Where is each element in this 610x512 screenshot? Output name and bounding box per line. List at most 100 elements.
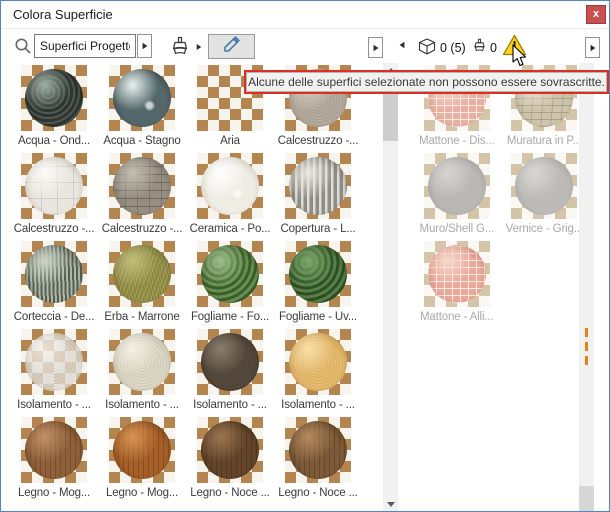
dialog-title: Colora Superficie: [13, 7, 113, 22]
material-swatch[interactable]: Erba - Marrone: [98, 241, 186, 329]
material-sphere-icon: [289, 245, 347, 303]
paintbrush-icon[interactable]: [168, 35, 192, 64]
material-swatch[interactable]: Fogliame - Uv...: [274, 241, 362, 329]
material-swatch[interactable]: Isolamento - ...: [274, 329, 362, 417]
material-thumbnail: [109, 65, 175, 131]
material-swatch[interactable]: Vernice - Grig...: [501, 153, 589, 241]
material-swatch[interactable]: Ceramica - Po...: [186, 153, 274, 241]
material-swatch[interactable]: Acqua - Stagno: [98, 65, 186, 153]
material-sphere-icon: [428, 157, 486, 215]
material-thumbnail: [424, 241, 490, 307]
material-thumbnail: [197, 241, 263, 307]
material-sphere-icon: [113, 157, 171, 215]
brush-dropdown-icon[interactable]: [197, 44, 202, 50]
material-thumbnail: [109, 329, 175, 395]
material-label: Ceramica - Po...: [190, 223, 271, 235]
material-label: Legno - Noce ...: [278, 487, 357, 499]
eyedropper-button[interactable]: [208, 34, 255, 59]
material-label: Erba - Marrone: [104, 311, 179, 323]
material-sphere-icon: [515, 157, 573, 215]
material-thumbnail: [109, 241, 175, 307]
project-surfaces-grid: Acqua - Ond...Acqua - StagnoAriaCalcestr…: [10, 65, 362, 505]
material-swatch[interactable]: Corteccia - De...: [10, 241, 98, 329]
material-sphere-icon: [113, 333, 171, 391]
cube-icon: [418, 38, 436, 60]
material-label: Calcestruzzo -...: [14, 223, 95, 235]
left-panel-expand-button[interactable]: [368, 37, 383, 58]
warning-tooltip-text: Alcune delle superfici selezionate non p…: [248, 75, 605, 89]
material-thumbnail: [285, 241, 351, 307]
warning-tooltip: Alcune delle superfici selezionate non p…: [244, 70, 609, 94]
material-swatch[interactable]: Copertura - L...: [274, 153, 362, 241]
selection-surfaces-grid: Mattone - Dis...Muratura in P...Muro/She…: [413, 65, 588, 329]
scroll-down-button[interactable]: [383, 497, 398, 511]
resize-corner[interactable]: [579, 486, 594, 511]
material-label: Muro/Shell G...: [420, 223, 494, 235]
material-label: Isolamento - ...: [281, 399, 355, 411]
material-label: Calcestruzzo -...: [102, 223, 183, 235]
material-thumbnail: [197, 329, 263, 395]
material-swatch[interactable]: Muro/Shell G...: [413, 153, 501, 241]
material-thumbnail: [21, 241, 87, 307]
collapse-panel-icon[interactable]: [400, 42, 405, 48]
material-swatch[interactable]: Acqua - Ond...: [10, 65, 98, 153]
material-thumbnail: [511, 153, 577, 219]
material-swatch[interactable]: Legno - Noce ...: [186, 417, 274, 505]
scrollbar-thumb[interactable]: [383, 86, 398, 141]
material-swatch[interactable]: Calcestruzzo -...: [10, 153, 98, 241]
surface-filter-input[interactable]: [34, 34, 136, 58]
material-thumbnail: [21, 65, 87, 131]
material-swatch[interactable]: Isolamento - ...: [186, 329, 274, 417]
close-button[interactable]: x: [586, 5, 606, 24]
material-sphere-icon: [25, 157, 83, 215]
material-sphere-icon: [201, 245, 259, 303]
left-panel-scrollbar[interactable]: [383, 63, 398, 511]
painted-count: 0: [490, 41, 497, 55]
material-thumbnail: [424, 153, 490, 219]
filter-dropdown-button[interactable]: [137, 34, 152, 58]
material-sphere-icon: [428, 245, 486, 303]
material-thumbnail: [285, 153, 351, 219]
material-sphere-icon: [113, 245, 171, 303]
material-thumbnail: [197, 417, 263, 483]
chevron-right-icon: [590, 44, 595, 50]
material-label: Muratura in P...: [507, 135, 582, 147]
chevron-right-icon: [142, 43, 147, 49]
material-sphere-icon: [25, 245, 83, 303]
triangle-down-icon: [387, 502, 395, 507]
material-swatch[interactable]: Isolamento - ...: [10, 329, 98, 417]
right-panel-scroll-area[interactable]: [579, 63, 594, 511]
material-thumbnail: [109, 417, 175, 483]
material-label: Isolamento - ...: [17, 399, 91, 411]
panel-resize-grip[interactable]: [585, 328, 588, 368]
material-swatch[interactable]: Calcestruzzo -...: [98, 153, 186, 241]
material-thumbnail: [109, 153, 175, 219]
material-label: Fogliame - Fo...: [191, 311, 269, 323]
mouse-cursor-icon: [512, 44, 529, 73]
material-sphere-icon: [289, 157, 347, 215]
material-label: Legno - Mog...: [18, 487, 90, 499]
material-sphere-icon: [201, 333, 259, 391]
material-swatch[interactable]: Fogliame - Fo...: [186, 241, 274, 329]
material-thumbnail: [197, 153, 263, 219]
material-swatch[interactable]: Isolamento - ...: [98, 329, 186, 417]
material-sphere-icon: [201, 421, 259, 479]
material-sphere-icon: [113, 421, 171, 479]
material-swatch[interactable]: Legno - Mog...: [98, 417, 186, 505]
paintbucket-icon: [471, 37, 488, 60]
material-label: Corteccia - De...: [14, 311, 95, 323]
material-sphere-icon: [25, 69, 83, 127]
material-swatch[interactable]: Legno - Noce ...: [274, 417, 362, 505]
eyedropper-icon: [222, 34, 242, 59]
material-sphere-icon: [113, 69, 171, 127]
material-thumbnail: [285, 329, 351, 395]
material-swatch[interactable]: Legno - Mog...: [10, 417, 98, 505]
right-panel-expand-button[interactable]: [585, 37, 600, 58]
material-label: Fogliame - Uv...: [279, 311, 357, 323]
search-icon[interactable]: [14, 37, 32, 60]
selected-elements-count: 0 (5): [440, 41, 466, 55]
material-sphere-icon: [201, 157, 259, 215]
material-label: Copertura - L...: [281, 223, 356, 235]
titlebar[interactable]: Colora Superficie x: [1, 1, 609, 29]
material-swatch[interactable]: Mattone - Alli...: [413, 241, 501, 329]
